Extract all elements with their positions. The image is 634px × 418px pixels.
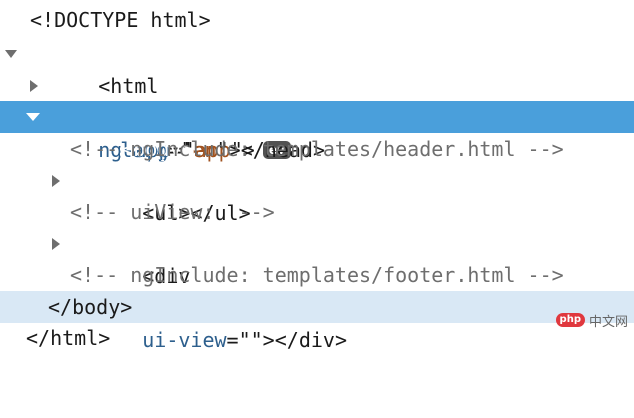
header-include-comment: <!-- ngInclude: templates/header.html --…	[70, 137, 564, 161]
ul-node-row[interactable]: <ul></ul>	[0, 165, 634, 225]
comment-row[interactable]: <!-- ngInclude: templates/header.html --…	[0, 133, 634, 165]
body-node-row[interactable]: <body>	[0, 101, 634, 161]
html-close-tag: </html>	[26, 326, 111, 350]
doctype-row[interactable]: <!DOCTYPE html>	[0, 4, 634, 36]
footer-include-comment: <!-- ngInclude: templates/footer.html --…	[70, 263, 564, 287]
expanded-arrow-icon[interactable]	[5, 38, 19, 70]
collapsed-arrow-icon[interactable]	[28, 70, 42, 102]
comment-row[interactable]: <!-- uiView: -->	[0, 196, 634, 228]
site-watermark: php 中文网	[555, 310, 628, 330]
uiview-comment: <!-- uiView: -->	[70, 200, 275, 224]
div-node-row[interactable]: <div class="ng-scope" ui-view=""></div>	[0, 228, 634, 352]
doctype-text: <!DOCTYPE html>	[30, 8, 211, 32]
collapsed-arrow-icon[interactable]	[50, 165, 64, 197]
html-close-row[interactable]: </html>	[0, 322, 634, 354]
expanded-arrow-icon[interactable]	[26, 101, 40, 133]
body-close-tag: </body>	[48, 295, 133, 319]
body-close-row[interactable]: </body>	[0, 291, 634, 323]
head-node-row[interactable]: <head lang="en"></head>	[0, 70, 634, 162]
php-logo: php	[555, 313, 585, 327]
watermark-text: 中文网	[588, 314, 628, 330]
html-node-row[interactable]: <html class="ng-scope" ng-app="app">ev	[0, 38, 634, 162]
collapsed-arrow-icon[interactable]	[50, 228, 64, 260]
comment-row[interactable]: <!-- ngInclude: templates/footer.html --…	[0, 259, 634, 291]
